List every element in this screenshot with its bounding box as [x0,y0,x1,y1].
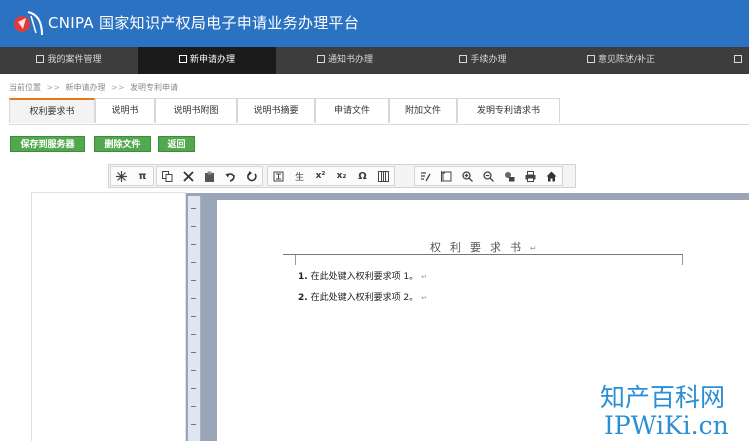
print-preview-icon[interactable] [499,167,520,185]
nav-item-label: 意见陈述/补正 [597,55,656,65]
tab-description[interactable]: 说明书 [95,98,155,123]
paragraph-mark: ↵ [421,273,428,281]
rare-char-icon[interactable]: 生 [289,167,310,185]
cnipa-logo [14,11,43,36]
title-underline [283,254,683,265]
page-setup-icon[interactable] [436,167,457,185]
format-brush-icon[interactable] [415,167,436,185]
breadcrumb-item: 发明专利申请 [130,83,178,92]
ruler-tick [191,244,196,245]
brand-name: CNIPA [48,14,94,32]
pi-icon[interactable]: π [132,167,153,185]
redo-icon[interactable] [241,167,262,185]
breadcrumb-item[interactable]: 新申请办理 [66,83,106,92]
watermark-line-1: 知产百科网 [600,383,726,412]
tab-abstract[interactable]: 说明书摘要 [237,98,315,123]
ruler-tick [191,262,196,263]
tab-attachments[interactable]: 附加文件 [389,98,457,123]
ruler-tick [191,208,196,209]
nav-item-opinions[interactable]: 意见陈述/补正 [552,47,690,74]
print-icon[interactable] [520,167,541,185]
nav-item-label: 手续办理 [470,55,507,65]
copy-icon[interactable] [157,167,178,185]
home-icon [36,55,45,63]
zoom-in-icon[interactable] [457,167,478,185]
claim-number: 2. [298,293,308,303]
ruler-tick [191,352,196,353]
superscript-icon[interactable]: x² [310,167,331,185]
document-title: 权利要求书↵ [430,239,537,255]
ruler-tick [191,334,196,335]
omega-icon[interactable]: Ω [352,167,373,185]
main-nav: 我的案件管理 新申请办理 通知书办理 手续办理 意见陈述/补正 [0,47,749,74]
document-title-text: 权利要求书 [430,241,530,254]
ruler-tick [191,280,196,281]
ruler-tick [191,406,196,407]
more-icon [734,55,742,63]
platform-name: 国家知识产权局电子申请业务办理平台 [99,14,360,32]
breadcrumb: 当前位置 >> 新申请办理 >> 发明专利申请 [9,82,178,93]
paragraph-mark: ↵ [421,294,428,302]
message-icon [586,55,595,63]
document-outline-panel [31,192,186,441]
file-icon [459,55,468,63]
claim-text: 在此处键入权利要求项 2。 [310,293,419,303]
back-button[interactable]: 返回 [158,136,195,152]
nav-item-more[interactable] [690,47,749,74]
breadcrumb-separator: >> [111,83,125,92]
ruler-tick [191,298,196,299]
save-to-server-button[interactable]: 保存到服务器 [10,136,85,152]
claim-number: 1. [298,272,308,282]
undo-icon[interactable] [220,167,241,185]
watermark-line-2: IPWiKi.cn [604,411,729,440]
editor-toolbar: π 生 x² x₂ Ω [108,164,576,188]
nav-item-my-cases[interactable]: 我的案件管理 [0,47,138,74]
vertical-ruler [188,196,201,441]
paste-icon[interactable] [199,167,220,185]
subscript-icon[interactable]: x₂ [331,167,352,185]
nav-item-notices[interactable]: 通知书办理 [276,47,414,74]
nav-item-label: 通知书办理 [327,55,373,65]
ruler-tick [191,424,196,425]
zoom-out-icon[interactable] [478,167,499,185]
edit-icon [178,55,187,63]
ruler-tick [191,226,196,227]
home-icon[interactable] [541,167,562,185]
inbox-icon [316,55,325,63]
ruler-tick [191,370,196,371]
toolbar-group-symbols: π [110,166,154,186]
claim-item[interactable]: 1. 在此处键入权利要求项 1。 ↵ [298,269,427,282]
tabs-divider [9,124,749,125]
special-symbol-icon[interactable] [111,167,132,185]
claim-text: 在此处键入权利要求项 1。 [310,272,419,282]
claim-item[interactable]: 2. 在此处键入权利要求项 2。 ↵ [298,290,427,303]
toolbar-group-insert: 生 x² x₂ Ω [267,166,395,186]
nav-item-label: 我的案件管理 [47,55,102,65]
table-icon[interactable] [373,167,394,185]
nav-item-new-application[interactable]: 新申请办理 [138,47,276,74]
tab-application-files[interactable]: 申请文件 [315,98,389,123]
breadcrumb-prefix: 当前位置 [9,83,41,92]
tab-claims[interactable]: 权利要求书 [9,98,95,123]
tab-drawings[interactable]: 说明书附图 [155,98,237,123]
nav-item-procedures[interactable]: 手续办理 [414,47,552,74]
ruler-tick [191,388,196,389]
paragraph-mark: ↵ [530,244,537,253]
toolbar-group-edit [156,166,263,186]
toolbar-group-view [414,166,563,186]
nav-item-label: 新申请办理 [189,55,235,65]
delete-file-button[interactable]: 删除文件 [94,136,151,152]
cut-icon[interactable] [178,167,199,185]
formula-box-icon[interactable] [268,167,289,185]
app-header: CNIPA 国家知识产权局电子申请业务办理平台 [0,0,749,47]
tab-request-form[interactable]: 发明专利请求书 [457,98,560,123]
ruler-tick [191,316,196,317]
app-title: CNIPA 国家知识产权局电子申请业务办理平台 [48,12,359,33]
breadcrumb-separator: >> [46,83,60,92]
